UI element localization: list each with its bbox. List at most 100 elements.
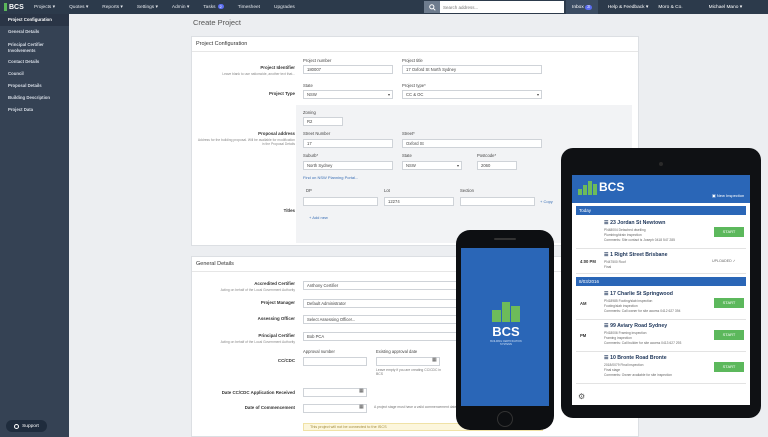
approval-number-input[interactable]: [303, 357, 367, 366]
accredited-certifier-label: Accredited Certifier: [254, 281, 295, 286]
menu-upgrades[interactable]: Upgrades: [274, 5, 295, 10]
date-of-commencement-label: Date of Commencement: [244, 405, 295, 410]
titles-label: Titles: [283, 208, 295, 213]
section-input[interactable]: [460, 197, 535, 206]
menu-settings[interactable]: Settings ▾: [137, 5, 158, 10]
search-button[interactable]: [424, 1, 440, 13]
inspection-item[interactable]: ☰ 10 Bronte Road Bronte 2018/0079 Final …: [576, 353, 746, 384]
sidebar-item-council[interactable]: Council: [0, 68, 69, 80]
logo-text: BCS: [9, 3, 24, 11]
logo-bars-icon: [578, 181, 597, 195]
sidebar-item-project-configuration[interactable]: Project Configuration: [0, 14, 69, 26]
uploaded-status: UPLOADED ✓: [712, 259, 736, 263]
project-title-label: Project title: [402, 58, 423, 63]
inspection-title: ☰ 10 Bronte Road Bronte: [604, 355, 667, 361]
inspection-line: Footing/slab inspection: [604, 304, 638, 308]
gear-icon[interactable]: ⚙: [578, 392, 585, 401]
start-inspection-button[interactable]: START: [714, 227, 744, 237]
inspection-item[interactable]: PM ☰ 99 Aviary Road Sydney PN18006 Frami…: [576, 321, 746, 352]
inspection-line: PN18985 Footing/slab inspection: [604, 299, 653, 303]
menu-timesheet[interactable]: Timesheet: [238, 5, 260, 10]
project-type-select[interactable]: CC & OC: [402, 90, 542, 99]
sidebar-item-project-data[interactable]: Project Data: [0, 104, 69, 116]
inspection-item[interactable]: ☰ 23 Jordan St Newtown PN48004 Detached …: [576, 218, 746, 249]
sidebar-item-building-description[interactable]: Building Description: [0, 92, 69, 104]
start-inspection-button[interactable]: START: [714, 298, 744, 308]
tablet-mockup: BCS ▣ New Inspection Today ☰ 23 Jordan S…: [561, 148, 761, 418]
inspection-item[interactable]: AM ☰ 17 Charlie St Springwood PN18985 Fo…: [576, 289, 746, 320]
support-button[interactable]: Support: [6, 420, 47, 432]
street-number-input[interactable]: 17: [303, 139, 393, 148]
approval-number-label: Approval number: [303, 349, 335, 354]
application-received-input[interactable]: [303, 388, 367, 397]
search-input[interactable]: [440, 1, 564, 13]
calendar-icon[interactable]: ▦: [432, 357, 437, 363]
ccdc-hint: Leave empty if you are creating CC/CDC i…: [376, 368, 442, 376]
sidebar-item-principal-certifier[interactable]: Principal Certifier Involvements: [0, 38, 69, 56]
panel-title: Project Configuration: [192, 37, 638, 52]
principal-certifier-label: Principal Certifier: [258, 333, 295, 338]
existing-approval-date-label: Existing approval date: [376, 349, 418, 354]
sidebar-item-proposal-details[interactable]: Proposal Details: [0, 80, 69, 92]
inbox-button[interactable]: Inbox 3: [566, 0, 598, 14]
company-switcher[interactable]: Moro & Co.: [658, 5, 682, 10]
tablet-logo-text: BCS: [599, 180, 625, 194]
inspection-item[interactable]: 4:00 PM ☰ 1 Right Street Brisbane PN4750…: [576, 250, 746, 274]
bcs-splash-logo: BCS BUILDING CERTIFICATION SYSTEMS: [488, 302, 524, 350]
menu-quotes[interactable]: Quotes ▾: [69, 5, 88, 10]
inspection-line: Framing inspection: [604, 336, 632, 340]
project-number-input[interactable]: 180007: [303, 65, 393, 74]
sidebar-item-general-details[interactable]: General Details: [0, 26, 69, 38]
postcode-input[interactable]: 2060: [477, 161, 517, 170]
suburb-input[interactable]: North Sydney: [303, 161, 393, 170]
project-number-label: Project number: [303, 58, 332, 63]
ccdc-label: CC/CDC: [277, 358, 295, 363]
street-input[interactable]: Oxford St: [402, 139, 542, 148]
accredited-certifier-hint: Acting on behalf of the Local Government…: [220, 288, 295, 292]
inspection-title: ☰ 1 Right Street Brisbane: [604, 252, 667, 258]
user-menu[interactable]: Michael Mano ▾: [709, 5, 743, 10]
calendar-icon[interactable]: ▦: [359, 404, 364, 410]
inspection-time: 4:00 PM: [580, 259, 596, 264]
inspection-address: 17 Charlie St Springwood: [610, 291, 673, 297]
menu-admin[interactable]: Admin ▾: [172, 5, 189, 10]
date-of-commencement-input[interactable]: [303, 404, 367, 413]
search-icon: [428, 3, 436, 11]
new-inspection-button[interactable]: ▣ New Inspection: [712, 193, 744, 198]
phone-screen: BCS BUILDING CERTIFICATION SYSTEMS: [461, 248, 549, 406]
assessing-officer-label: Assessing Officer: [257, 316, 295, 321]
project-title-input[interactable]: 17 Oxford St North Sydney: [402, 65, 542, 74]
support-label: Support: [22, 423, 39, 429]
existing-approval-date-input[interactable]: [376, 357, 440, 366]
inspection-comment: Comments: Owner available for site inspe…: [604, 373, 672, 377]
state2-select[interactable]: NSW: [402, 161, 462, 170]
inspection-line: Final stage: [604, 368, 621, 372]
sidebar-item-contact-details[interactable]: Contact Details: [0, 56, 69, 68]
right-navigation: Inbox 3 Help & Feedback ▾ Moro & Co. Mic…: [566, 0, 752, 14]
inspection-line: Plumbing/drain inspection: [604, 233, 642, 237]
principal-certifier-hint: Acting on behalf of the Local Government…: [220, 340, 295, 344]
street-number-label: Street Number: [303, 131, 331, 136]
planning-portal-link[interactable]: Find on NSW Planning Portal...: [303, 175, 358, 180]
menu-reports[interactable]: Reports ▾: [102, 5, 123, 10]
menu-projects[interactable]: Projects ▾: [34, 5, 55, 10]
calendar-icon[interactable]: ▦: [359, 388, 364, 394]
inspection-title: ☰ 17 Charlie St Springwood: [604, 291, 673, 297]
zoning-input[interactable]: R2: [303, 117, 343, 126]
menu-tasks[interactable]: Tasks 2: [203, 4, 224, 10]
dp-input[interactable]: [303, 197, 378, 206]
state-select[interactable]: NSW: [303, 90, 393, 99]
inspection-line: Final: [604, 265, 612, 269]
help-menu[interactable]: Help & Feedback ▾: [608, 5, 649, 10]
day-header-date: 8/03/2016: [576, 277, 746, 286]
postcode-label: Postcode*: [477, 153, 497, 158]
project-manager-label: Project Manager: [260, 300, 295, 305]
day-header-today: Today: [576, 206, 746, 215]
add-new-title-link[interactable]: + Add new: [309, 215, 328, 220]
lot-input[interactable]: 12274: [384, 197, 454, 206]
start-inspection-button[interactable]: START: [714, 362, 744, 372]
copy-link[interactable]: + Copy: [540, 199, 553, 204]
app-logo[interactable]: BCS: [4, 2, 26, 12]
proposal-address-hint: Address for the building proposal. Will …: [197, 138, 295, 146]
start-inspection-button[interactable]: START: [714, 330, 744, 340]
